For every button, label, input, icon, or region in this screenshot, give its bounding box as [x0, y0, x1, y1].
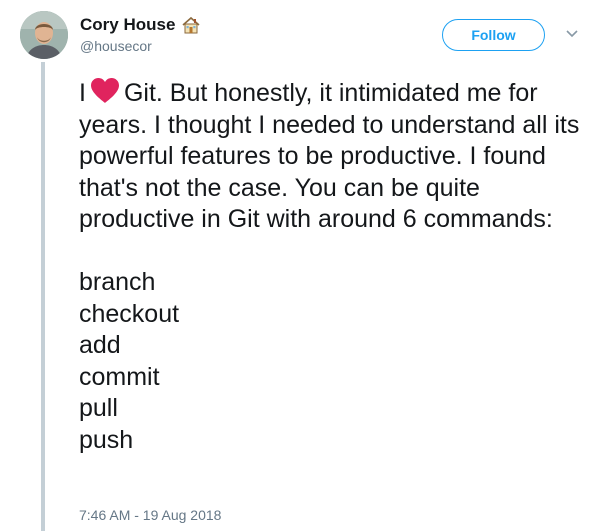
- tweet-timestamp[interactable]: 7:46 AM - 19 Aug 2018: [79, 507, 221, 523]
- name-row: Cory House: [80, 13, 201, 37]
- command-item: push: [79, 425, 134, 454]
- command-item: commit: [79, 362, 160, 391]
- heart-icon: [90, 78, 119, 103]
- tweet-text: I Git. But honestly, it intimidated me f…: [79, 77, 589, 456]
- avatar[interactable]: [20, 11, 68, 59]
- thread-line: [41, 62, 45, 531]
- author-handle[interactable]: @housecor: [80, 38, 201, 54]
- house-icon: [181, 15, 201, 35]
- command-item: pull: [79, 394, 118, 422]
- command-item: checkout: [79, 299, 180, 328]
- author-name[interactable]: Cory House: [80, 15, 175, 35]
- command-item: add: [79, 331, 121, 359]
- follow-button[interactable]: Follow: [442, 19, 545, 51]
- command-item: branch: [79, 268, 156, 296]
- tweet-paragraph: I Git. But honestly, it intimidated me f…: [79, 77, 589, 236]
- tweet-prefix: I: [79, 79, 86, 107]
- command-list: branch checkout add commit pull push: [79, 267, 589, 456]
- avatar-image: [20, 11, 68, 59]
- tweet-main-text: Git. But honestly, it intimidated me for…: [79, 79, 580, 233]
- tweet-header: Cory House @housecor: [80, 13, 201, 54]
- chevron-down-icon[interactable]: [565, 29, 579, 39]
